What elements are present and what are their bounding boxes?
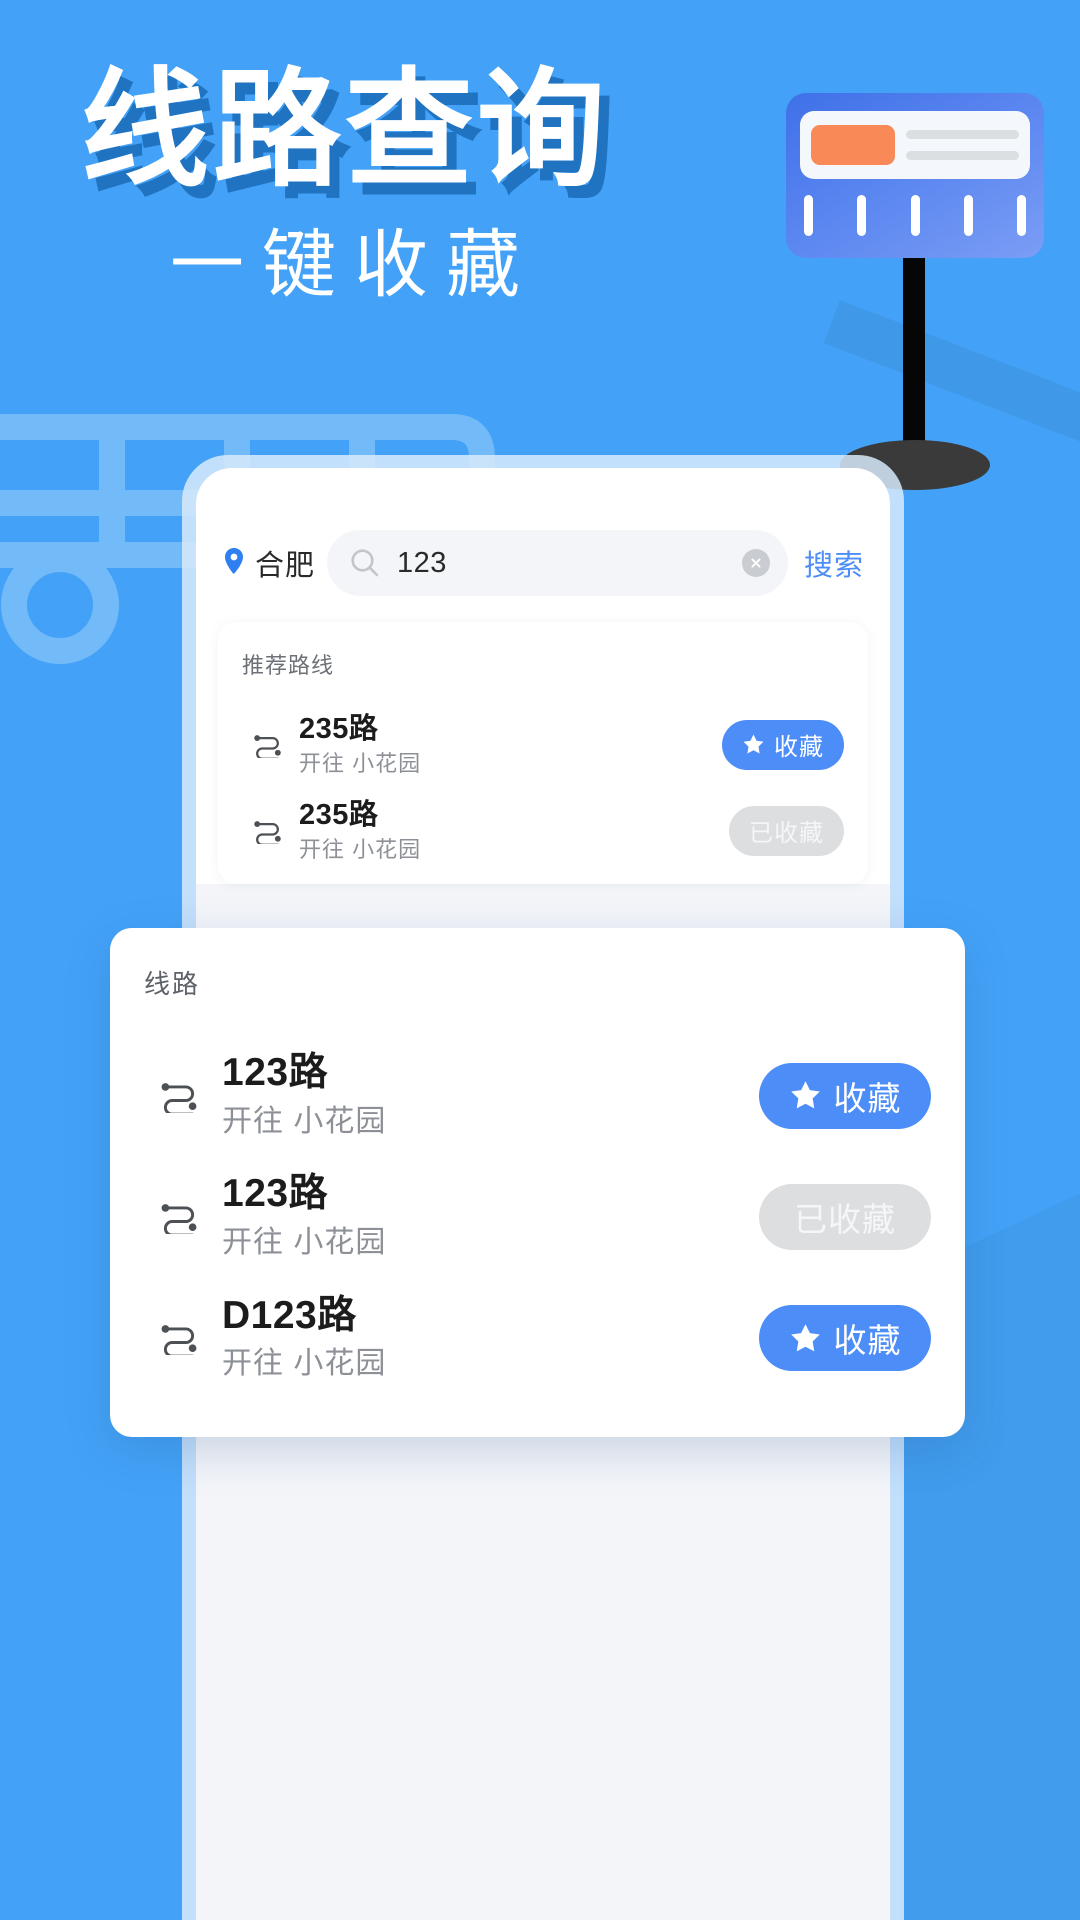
bus-sign-pole [903, 255, 925, 470]
star-icon [790, 1323, 820, 1352]
favorite-button[interactable]: 收藏 [722, 719, 844, 770]
list-item[interactable]: 235路 开往 小花园 收藏 [242, 702, 844, 788]
bus-sign-tick [1017, 195, 1026, 236]
search-button[interactable]: 搜索 [800, 542, 864, 584]
route-results-modal: 线路 123路 开往 小花园 收藏 123路 开往 小花园 已收藏 D123路 … [110, 928, 965, 1437]
bus-sign-tick [963, 195, 973, 236]
star-icon [790, 1081, 820, 1109]
bus-sign-tick [804, 195, 813, 236]
route-destination: 开往 小花园 [222, 1226, 387, 1259]
route-name: 235路 [299, 798, 379, 831]
clear-circle-icon[interactable] [741, 549, 770, 577]
bus-sign-line [906, 151, 1019, 160]
location-pin-icon [225, 548, 243, 574]
route-name: D123路 [222, 1293, 357, 1337]
route-text: D123路 开往 小花园 [222, 1292, 737, 1385]
table-row[interactable]: D123路 开往 小花园 收藏 [144, 1278, 931, 1399]
search-input-value: 123 [397, 546, 447, 579]
list-item[interactable]: 235路 开往 小花园 已收藏 [242, 788, 844, 874]
recommended-routes-panel: 推荐路线 235路 开往 小花园 收藏 235路 开往 小花园 已收藏 [218, 622, 868, 884]
page-title: 线路查询 [80, 59, 609, 202]
poster-canvas: 线路查询 一键收藏 合肥 123 搜索 推荐路线 235路 开往 小花园 收藏 … [0, 0, 1080, 1920]
route-name: 123路 [222, 1172, 329, 1216]
route-destination: 开往 小花园 [222, 1347, 387, 1381]
route-destination: 开往 小花园 [299, 837, 422, 863]
route-icon [161, 1082, 197, 1113]
route-icon [254, 735, 281, 758]
favorited-button-label: 已收藏 [794, 1200, 896, 1238]
favorite-button[interactable]: 收藏 [759, 1062, 931, 1129]
page-subtitle: 一键收藏 [170, 223, 538, 307]
bus-sign-orange-block [811, 125, 895, 165]
bus-sign-tick [910, 195, 920, 236]
bus-stop-sign-icon [786, 93, 1044, 258]
bus-sign-text-lines [906, 130, 1019, 160]
table-row[interactable]: 123路 开往 小花园 已收藏 [144, 1156, 931, 1277]
search-icon [351, 549, 379, 577]
route-text: 123路 开往 小花园 [222, 1170, 737, 1263]
city-name-label: 合肥 [255, 550, 316, 582]
app-screen-top: 合肥 123 搜索 推荐路线 235路 开往 小花园 收藏 235路 开往 小花… [196, 468, 890, 884]
favorite-button-label: 收藏 [833, 1322, 902, 1360]
favorite-button-label: 收藏 [774, 734, 824, 762]
recommended-routes-title: 推荐路线 [242, 653, 335, 678]
favorite-button-label: 收藏 [833, 1079, 902, 1117]
favorited-button[interactable]: 已收藏 [729, 805, 844, 856]
route-text: 235路 开往 小花园 [299, 711, 706, 779]
bus-sign-tick [857, 195, 867, 236]
close-icon [751, 558, 761, 568]
favorited-button-label: 已收藏 [749, 820, 824, 848]
star-icon [743, 735, 764, 754]
route-text: 123路 开往 小花园 [222, 1049, 737, 1142]
route-text: 235路 开往 小花园 [299, 797, 713, 865]
modal-title: 线路 [144, 969, 201, 999]
route-icon [254, 821, 281, 844]
poster-headline-block: 线路查询 一键收藏 [0, 59, 690, 307]
city-selector[interactable]: 合肥 [222, 542, 315, 584]
route-destination: 开往 小花园 [222, 1104, 387, 1138]
route-icon [161, 1325, 197, 1356]
bus-sign-line [906, 130, 1019, 139]
favorite-button[interactable]: 收藏 [759, 1305, 931, 1372]
bus-sign-tick-marks [800, 195, 1030, 236]
route-name: 235路 [299, 713, 379, 745]
favorited-button[interactable]: 已收藏 [759, 1183, 931, 1250]
bus-sign-inner-card [800, 111, 1030, 179]
route-destination: 开往 小花园 [299, 751, 422, 777]
search-input[interactable]: 123 [327, 530, 788, 596]
search-bar: 合肥 123 搜索 [196, 524, 890, 602]
route-icon [161, 1203, 197, 1234]
table-row[interactable]: 123路 开往 小花园 收藏 [144, 1035, 931, 1156]
route-name: 123路 [222, 1051, 329, 1094]
